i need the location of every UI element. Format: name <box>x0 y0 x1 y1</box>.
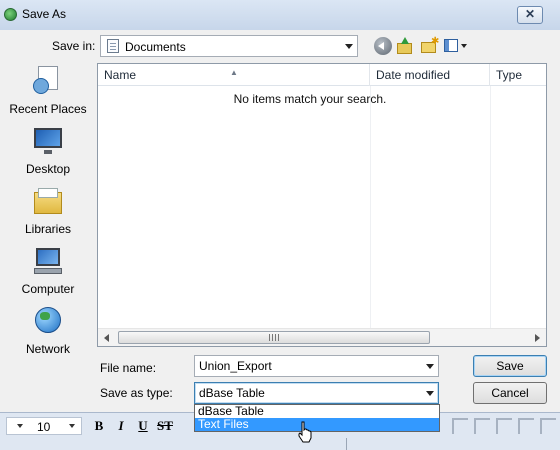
cancel-button[interactable]: Cancel <box>473 382 547 404</box>
place-libraries[interactable]: Libraries <box>6 186 90 242</box>
scroll-right-icon[interactable] <box>535 334 540 342</box>
background-status-bar <box>0 438 560 450</box>
chevron-down-icon[interactable] <box>345 44 353 49</box>
chevron-down-icon[interactable] <box>17 424 23 428</box>
views-menu-icon[interactable] <box>444 37 468 55</box>
save-as-dialog: Save As ✕ Save in: Documents ✱ Recent Pl… <box>0 0 560 412</box>
save-button[interactable]: Save <box>473 355 547 377</box>
column-divider <box>370 86 371 328</box>
place-label: Network <box>25 342 70 356</box>
align-icon[interactable] <box>540 418 556 434</box>
place-label: Desktop <box>25 162 71 176</box>
grip-icon <box>269 334 279 341</box>
strikethrough-button[interactable]: ST <box>156 417 174 435</box>
dialog-body: Save in: Documents ✱ Recent Places Deskt… <box>0 30 560 412</box>
places-bar: Recent Places Desktop Libraries Computer… <box>6 66 90 360</box>
bold-button[interactable]: B <box>90 417 108 435</box>
file-name-value: Union_Export <box>199 359 272 373</box>
font-size-value: 10 <box>37 420 51 434</box>
desktop-icon <box>32 126 64 156</box>
column-divider <box>490 86 491 328</box>
up-folder-icon[interactable] <box>396 37 414 55</box>
close-button[interactable]: ✕ <box>517 6 543 24</box>
status-segment <box>346 438 560 450</box>
place-label: Libraries <box>24 222 72 236</box>
documents-icon <box>107 39 119 53</box>
save-as-type-dropdown-list[interactable]: dBase Table Text Files <box>194 404 440 432</box>
align-icon[interactable] <box>496 418 512 434</box>
file-name-input[interactable]: Union_Export <box>194 355 439 377</box>
file-list-header: Name ▲ Date modified Type <box>98 64 546 86</box>
horizontal-scrollbar[interactable] <box>98 328 546 346</box>
save-as-type-value: dBase Table <box>199 386 265 400</box>
place-desktop[interactable]: Desktop <box>6 126 90 182</box>
save-as-type-select[interactable]: dBase Table <box>194 382 439 404</box>
hand-cursor-icon <box>298 421 312 443</box>
libraries-icon <box>32 186 64 216</box>
chevron-down-icon[interactable] <box>426 391 434 396</box>
align-icon[interactable] <box>518 418 534 434</box>
align-icon[interactable] <box>452 418 468 434</box>
column-header-date-modified[interactable]: Date modified <box>370 64 490 86</box>
empty-message: No items match your search. <box>233 92 387 106</box>
align-icon[interactable] <box>474 418 490 434</box>
network-icon <box>32 306 64 336</box>
back-icon[interactable] <box>374 37 392 55</box>
recent-places-icon <box>32 66 64 96</box>
computer-icon <box>32 246 64 276</box>
font-size-combo[interactable]: 10 <box>6 417 82 435</box>
place-label: Computer <box>21 282 75 296</box>
app-icon <box>4 8 17 21</box>
chevron-down-icon[interactable] <box>69 424 75 428</box>
file-name-label: File name: <box>100 361 157 375</box>
sort-ascending-icon: ▲ <box>230 68 238 77</box>
place-label: Recent Places <box>9 102 87 116</box>
dropdown-option-highlighted[interactable]: Text Files <box>195 418 439 431</box>
save-as-type-label: Save as type: <box>100 386 173 400</box>
save-in-label: Save in: <box>52 39 96 53</box>
scroll-left-icon[interactable] <box>104 334 109 342</box>
window-title: Save As <box>22 7 67 21</box>
column-header-type[interactable]: Type <box>490 64 546 86</box>
underline-button[interactable]: U <box>134 417 152 435</box>
save-in-combo[interactable]: Documents <box>100 35 358 57</box>
place-network[interactable]: Network <box>6 306 90 362</box>
column-header-name[interactable]: Name ▲ <box>98 64 370 86</box>
italic-button[interactable]: I <box>112 417 130 435</box>
place-recent-places[interactable]: Recent Places <box>6 66 90 122</box>
column-label: Name <box>104 68 137 82</box>
title-bar: Save As ✕ <box>0 0 560 30</box>
new-folder-icon[interactable]: ✱ <box>420 37 439 55</box>
scrollbar-thumb[interactable] <box>118 331 430 344</box>
chevron-down-icon[interactable] <box>426 364 434 369</box>
file-list[interactable]: Name ▲ Date modified Type No items match… <box>97 63 547 347</box>
place-computer[interactable]: Computer <box>6 246 90 302</box>
save-in-value: Documents <box>125 40 186 54</box>
